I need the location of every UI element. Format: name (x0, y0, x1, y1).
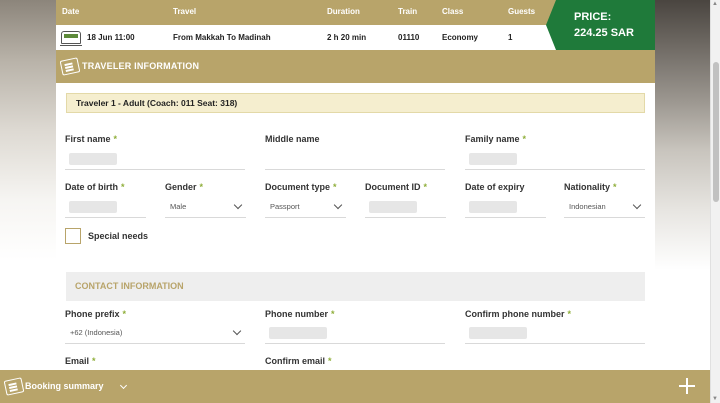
special-needs-label: Special needs (88, 231, 149, 241)
trip-class: Economy (442, 33, 479, 42)
background-left (0, 0, 56, 403)
first-name-label: First name * (65, 134, 118, 144)
email-label: Email * (65, 356, 96, 366)
phone-prefix-select[interactable]: +62 (Indonesia) (65, 322, 245, 344)
chevron-down-icon[interactable] (119, 381, 128, 390)
traveler-information-header[interactable]: TRAVELER INFORMATION (56, 50, 655, 83)
phone-prefix-value: +62 (Indonesia) (70, 328, 123, 337)
booking-form-panel: Date Travel Duration Train Class Guests … (56, 0, 655, 403)
nationality-value: Indonesian (569, 202, 606, 211)
gender-value: Male (170, 202, 187, 211)
date-of-expiry-label: Date of expiry (465, 182, 525, 192)
document-type-value: Passport (270, 202, 300, 211)
ticket-icon (59, 57, 81, 76)
date-of-birth-field[interactable] (65, 196, 146, 218)
price-box: PRICE: 224.25 SAR (546, 0, 655, 50)
document-type-label: Document type * (265, 182, 337, 192)
header-class: Class (442, 7, 464, 16)
special-needs-checkbox[interactable] (65, 228, 81, 244)
ticket-icon (3, 377, 25, 396)
scrollbar-thumb[interactable] (713, 62, 719, 202)
background-right (655, 0, 710, 403)
header-travel: Travel (173, 7, 197, 16)
gender-select[interactable]: Male (165, 196, 246, 218)
train-icon (60, 31, 82, 46)
family-name-label: Family name * (465, 134, 527, 144)
scroll-up-icon[interactable]: ▲ (712, 1, 718, 7)
chevron-down-icon (632, 200, 642, 210)
contact-information-header: CONTACT INFORMATION (66, 272, 645, 301)
family-name-field[interactable] (465, 148, 645, 170)
chevron-down-icon (333, 200, 343, 210)
trip-table-header: Date Travel Duration Train Class Guests (56, 0, 556, 25)
page-scrollbar[interactable]: ▲ ▼ (710, 0, 720, 403)
booking-summary-bar[interactable]: Booking summary (0, 370, 710, 403)
header-guests: Guests (508, 7, 536, 16)
document-type-select[interactable]: Passport (265, 196, 346, 218)
chevron-down-icon (233, 200, 243, 210)
price-value: 224.25 SAR (574, 27, 634, 39)
header-date: Date (62, 7, 80, 16)
trip-travel: From Makkah To Madinah (173, 33, 271, 42)
booking-summary-label: Booking summary (25, 381, 104, 391)
trip-date: 18 Jun 11:00 (87, 33, 135, 42)
trip-table-row: 18 Jun 11:00 From Makkah To Madinah 2 h … (56, 25, 556, 50)
trip-guests: 1 (508, 33, 513, 42)
date-of-expiry-field[interactable] (465, 196, 546, 218)
middle-name-label: Middle name (265, 134, 320, 144)
plus-icon[interactable] (679, 378, 695, 394)
trip-duration: 2 h 20 min (327, 33, 367, 42)
traveler-information-title: TRAVELER INFORMATION (82, 61, 200, 71)
document-id-field[interactable] (365, 196, 446, 218)
phone-number-field[interactable] (265, 322, 445, 344)
traveler-banner: Traveler 1 - Adult (Coach: 011 Seat: 318… (66, 93, 645, 113)
date-of-birth-label: Date of birth * (65, 182, 125, 192)
gender-label: Gender * (165, 182, 204, 192)
phone-number-label: Phone number * (265, 309, 335, 319)
chevron-down-icon (232, 326, 242, 336)
header-train: Train (398, 7, 418, 16)
nationality-label: Nationality * (564, 182, 617, 192)
document-id-label: Document ID * (365, 182, 428, 192)
confirm-phone-label: Confirm phone number * (465, 309, 572, 319)
middle-name-field[interactable] (265, 148, 445, 170)
phone-prefix-label: Phone prefix * (65, 309, 127, 319)
confirm-phone-field[interactable] (465, 322, 645, 344)
trip-train: 01110 (398, 33, 420, 42)
header-duration: Duration (327, 7, 360, 16)
nationality-select[interactable]: Indonesian (564, 196, 645, 218)
scroll-down-icon[interactable]: ▼ (712, 396, 718, 402)
confirm-email-label: Confirm email * (265, 356, 332, 366)
first-name-field[interactable] (65, 148, 245, 170)
price-label: PRICE: (574, 11, 612, 23)
